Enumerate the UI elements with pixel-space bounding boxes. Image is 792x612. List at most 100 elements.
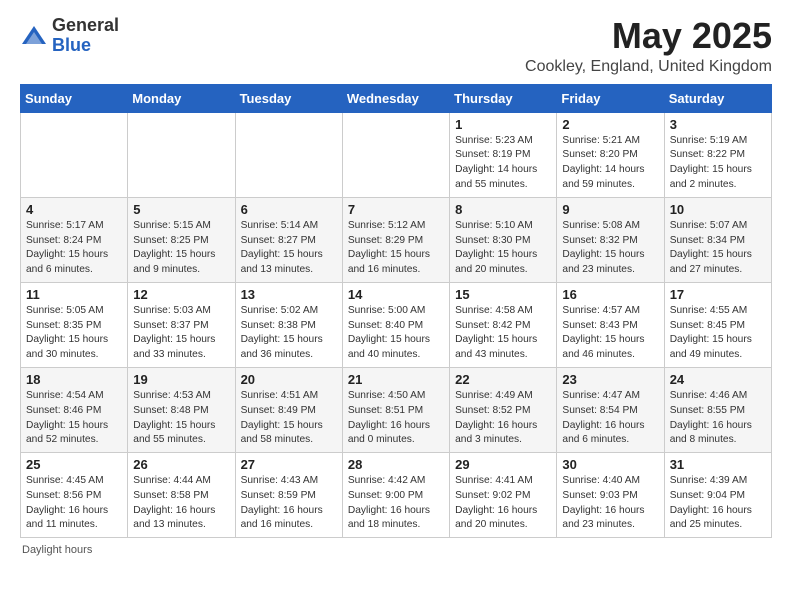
day-number: 10 <box>670 202 766 217</box>
day-info: Sunrise: 4:53 AM Sunset: 8:48 PM Dayligh… <box>133 389 229 448</box>
day-info: Sunrise: 4:54 AM Sunset: 8:46 PM Dayligh… <box>26 389 122 448</box>
day-info: Sunrise: 4:58 AM Sunset: 8:42 PM Dayligh… <box>455 304 551 363</box>
page: General Blue May 2025 Cookley, England, … <box>0 0 792 566</box>
day-number: 19 <box>133 372 229 387</box>
day-number: 27 <box>241 457 337 472</box>
day-info: Sunrise: 5:12 AM Sunset: 8:29 PM Dayligh… <box>348 219 444 278</box>
day-info: Sunrise: 5:00 AM Sunset: 8:40 PM Dayligh… <box>348 304 444 363</box>
day-number: 24 <box>670 372 766 387</box>
calendar-cell: 2Sunrise: 5:21 AM Sunset: 8:20 PM Daylig… <box>557 112 664 197</box>
weekday-header-wednesday: Wednesday <box>342 84 449 112</box>
day-number: 26 <box>133 457 229 472</box>
calendar-cell <box>235 112 342 197</box>
day-number: 28 <box>348 457 444 472</box>
calendar-cell: 5 Sunrise: 5:15 AM Sunset: 8:25 PM Daylig… <box>128 197 235 282</box>
day-number: 7 <box>348 202 444 217</box>
weekday-header-monday: Monday <box>128 84 235 112</box>
logo-text: General Blue <box>52 16 119 56</box>
calendar-cell <box>342 112 449 197</box>
calendar-week-row: 1 Sunrise: 5:23 AM Sunset: 8:19 PM Daylig… <box>21 112 772 197</box>
logo-general-text: General <box>52 16 119 36</box>
day-info: Sunrise: 4:45 AM Sunset: 8:56 PM Dayligh… <box>26 474 122 533</box>
day-info: Sunrise: 5:15 AM Sunset: 8:25 PM Dayligh… <box>133 219 229 278</box>
day-info: Sunrise: 5:07 AM Sunset: 8:34 PM Dayligh… <box>670 219 766 278</box>
calendar-week-row: 4Sunrise: 5:17 AM Sunset: 8:24 PM Daylig… <box>21 197 772 282</box>
day-number: 22 <box>455 372 551 387</box>
calendar-cell: 31Sunrise: 4:39 AM Sunset: 9:04 PM Dayli… <box>664 453 771 538</box>
day-info: Sunrise: 4:51 AM Sunset: 8:49 PM Dayligh… <box>241 389 337 448</box>
day-number: 15 <box>455 287 551 302</box>
calendar-week-row: 11 Sunrise: 5:05 AM Sunset: 8:35 PM Dayli… <box>21 282 772 367</box>
day-number: 29 <box>455 457 551 472</box>
location-title: Cookley, England, United Kingdom <box>525 58 772 76</box>
day-number: 1 <box>455 117 551 132</box>
day-info: Sunrise: 4:42 AM Sunset: 9:00 PM Dayligh… <box>348 474 444 533</box>
day-number: 5 <box>133 202 229 217</box>
calendar-cell: 3Sunrise: 5:19 AM Sunset: 8:22 PM Daylig… <box>664 112 771 197</box>
month-title: May 2025 <box>525 16 772 56</box>
day-info: Sunrise: 4:57 AM Sunset: 8:43 PM Dayligh… <box>562 304 658 363</box>
calendar-cell: 6Sunrise: 5:14 AM Sunset: 8:27 PM Daylig… <box>235 197 342 282</box>
weekday-header-sunday: Sunday <box>21 84 128 112</box>
calendar-cell: 1 Sunrise: 5:23 AM Sunset: 8:19 PM Daylig… <box>450 112 557 197</box>
day-info: Sunrise: 5:05 AM Sunset: 8:35 PM Dayligh… <box>26 304 122 363</box>
day-number: 23 <box>562 372 658 387</box>
day-info: Sunrise: 4:55 AM Sunset: 8:45 PM Dayligh… <box>670 304 766 363</box>
calendar-cell: 28 Sunrise: 4:42 AM Sunset: 9:00 PM Dayli… <box>342 453 449 538</box>
day-number: 12 <box>133 287 229 302</box>
day-number: 2 <box>562 117 658 132</box>
calendar-cell: 18 Sunrise: 4:54 AM Sunset: 8:46 PM Dayli… <box>21 367 128 452</box>
calendar-cell <box>128 112 235 197</box>
day-number: 11 <box>26 287 122 302</box>
weekday-header-friday: Friday <box>557 84 664 112</box>
day-info: Sunrise: 4:49 AM Sunset: 8:52 PM Dayligh… <box>455 389 551 448</box>
day-info: Sunrise: 4:46 AM Sunset: 8:55 PM Dayligh… <box>670 389 766 448</box>
calendar-cell: 7 Sunrise: 5:12 AM Sunset: 8:29 PM Daylig… <box>342 197 449 282</box>
calendar-week-row: 25 Sunrise: 4:45 AM Sunset: 8:56 PM Dayli… <box>21 453 772 538</box>
day-info: Sunrise: 5:14 AM Sunset: 8:27 PM Dayligh… <box>241 219 337 278</box>
day-number: 14 <box>348 287 444 302</box>
calendar-cell: 24 Sunrise: 4:46 AM Sunset: 8:55 PM Dayli… <box>664 367 771 452</box>
calendar-cell: 8Sunrise: 5:10 AM Sunset: 8:30 PM Daylig… <box>450 197 557 282</box>
day-number: 17 <box>670 287 766 302</box>
day-info: Sunrise: 4:41 AM Sunset: 9:02 PM Dayligh… <box>455 474 551 533</box>
calendar-cell: 10 Sunrise: 5:07 AM Sunset: 8:34 PM Dayli… <box>664 197 771 282</box>
day-number: 31 <box>670 457 766 472</box>
day-number: 8 <box>455 202 551 217</box>
calendar-cell: 23 Sunrise: 4:47 AM Sunset: 8:54 PM Dayli… <box>557 367 664 452</box>
calendar-cell: 11 Sunrise: 5:05 AM Sunset: 8:35 PM Dayli… <box>21 282 128 367</box>
day-number: 4 <box>26 202 122 217</box>
weekday-header-row: SundayMondayTuesdayWednesdayThursdayFrid… <box>21 84 772 112</box>
calendar-cell: 4Sunrise: 5:17 AM Sunset: 8:24 PM Daylig… <box>21 197 128 282</box>
day-info: Sunrise: 5:19 AM Sunset: 8:22 PM Dayligh… <box>670 134 766 193</box>
day-number: 18 <box>26 372 122 387</box>
title-block: May 2025 Cookley, England, United Kingdo… <box>525 16 772 76</box>
calendar-table: SundayMondayTuesdayWednesdayThursdayFrid… <box>20 84 772 539</box>
day-info: Sunrise: 4:50 AM Sunset: 8:51 PM Dayligh… <box>348 389 444 448</box>
weekday-header-tuesday: Tuesday <box>235 84 342 112</box>
calendar-cell: 21 Sunrise: 4:50 AM Sunset: 8:51 PM Dayli… <box>342 367 449 452</box>
calendar-cell: 30Sunrise: 4:40 AM Sunset: 9:03 PM Dayli… <box>557 453 664 538</box>
day-number: 30 <box>562 457 658 472</box>
calendar-cell <box>21 112 128 197</box>
calendar-cell: 26 Sunrise: 4:44 AM Sunset: 8:58 PM Dayli… <box>128 453 235 538</box>
calendar-cell: 27 Sunrise: 4:43 AM Sunset: 8:59 PM Dayli… <box>235 453 342 538</box>
day-info: Sunrise: 5:02 AM Sunset: 8:38 PM Dayligh… <box>241 304 337 363</box>
calendar-cell: 9Sunrise: 5:08 AM Sunset: 8:32 PM Daylig… <box>557 197 664 282</box>
day-info: Sunrise: 4:44 AM Sunset: 8:58 PM Dayligh… <box>133 474 229 533</box>
calendar-cell: 20Sunrise: 4:51 AM Sunset: 8:49 PM Dayli… <box>235 367 342 452</box>
calendar-cell: 29 Sunrise: 4:41 AM Sunset: 9:02 PM Dayli… <box>450 453 557 538</box>
day-info: Sunrise: 4:47 AM Sunset: 8:54 PM Dayligh… <box>562 389 658 448</box>
day-info: Sunrise: 5:23 AM Sunset: 8:19 PM Dayligh… <box>455 134 551 193</box>
calendar-cell: 17 Sunrise: 4:55 AM Sunset: 8:45 PM Dayli… <box>664 282 771 367</box>
calendar-cell: 13Sunrise: 5:02 AM Sunset: 8:38 PM Dayli… <box>235 282 342 367</box>
day-number: 16 <box>562 287 658 302</box>
logo-icon <box>20 22 48 50</box>
day-number: 25 <box>26 457 122 472</box>
day-info: Sunrise: 5:08 AM Sunset: 8:32 PM Dayligh… <box>562 219 658 278</box>
calendar-cell: 25 Sunrise: 4:45 AM Sunset: 8:56 PM Dayli… <box>21 453 128 538</box>
day-info: Sunrise: 4:43 AM Sunset: 8:59 PM Dayligh… <box>241 474 337 533</box>
day-number: 21 <box>348 372 444 387</box>
calendar-cell: 16 Sunrise: 4:57 AM Sunset: 8:43 PM Dayli… <box>557 282 664 367</box>
header: General Blue May 2025 Cookley, England, … <box>20 16 772 76</box>
